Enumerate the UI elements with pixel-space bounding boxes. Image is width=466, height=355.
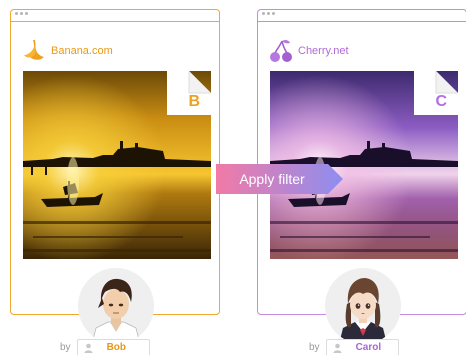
user-icon	[333, 343, 342, 353]
window-controls	[15, 12, 28, 15]
apply-filter-label: Apply filter	[239, 171, 305, 187]
user-badge-carol[interactable]: Carol	[325, 339, 399, 355]
apply-filter-arrow: Apply filter	[216, 164, 344, 194]
site-name[interactable]: Banana.com	[51, 45, 113, 57]
avatar-bob	[78, 268, 154, 344]
original-photo: B	[23, 71, 211, 259]
author-byline-bob: by Bob	[60, 339, 150, 355]
user-name: Bob	[106, 342, 127, 353]
letter-tag-c	[414, 71, 458, 115]
user-badge-bob[interactable]: Bob	[76, 339, 150, 355]
user-name: Carol	[355, 342, 382, 353]
window-titlebar	[258, 10, 466, 22]
cherry-icon	[270, 39, 292, 62]
banana-icon	[24, 40, 44, 60]
window-titlebar	[11, 10, 219, 22]
author-byline-carol: by Carol	[309, 339, 399, 355]
user-icon	[84, 343, 93, 353]
by-label: by	[309, 341, 320, 353]
window-controls	[262, 12, 275, 15]
site-header: Banana.com	[21, 38, 113, 64]
avatar-carol	[325, 268, 401, 344]
by-label: by	[60, 341, 71, 353]
site-name[interactable]: Cherry.net	[298, 45, 349, 57]
site-header: Cherry.net	[268, 38, 349, 64]
letter-tag-b	[167, 71, 211, 115]
